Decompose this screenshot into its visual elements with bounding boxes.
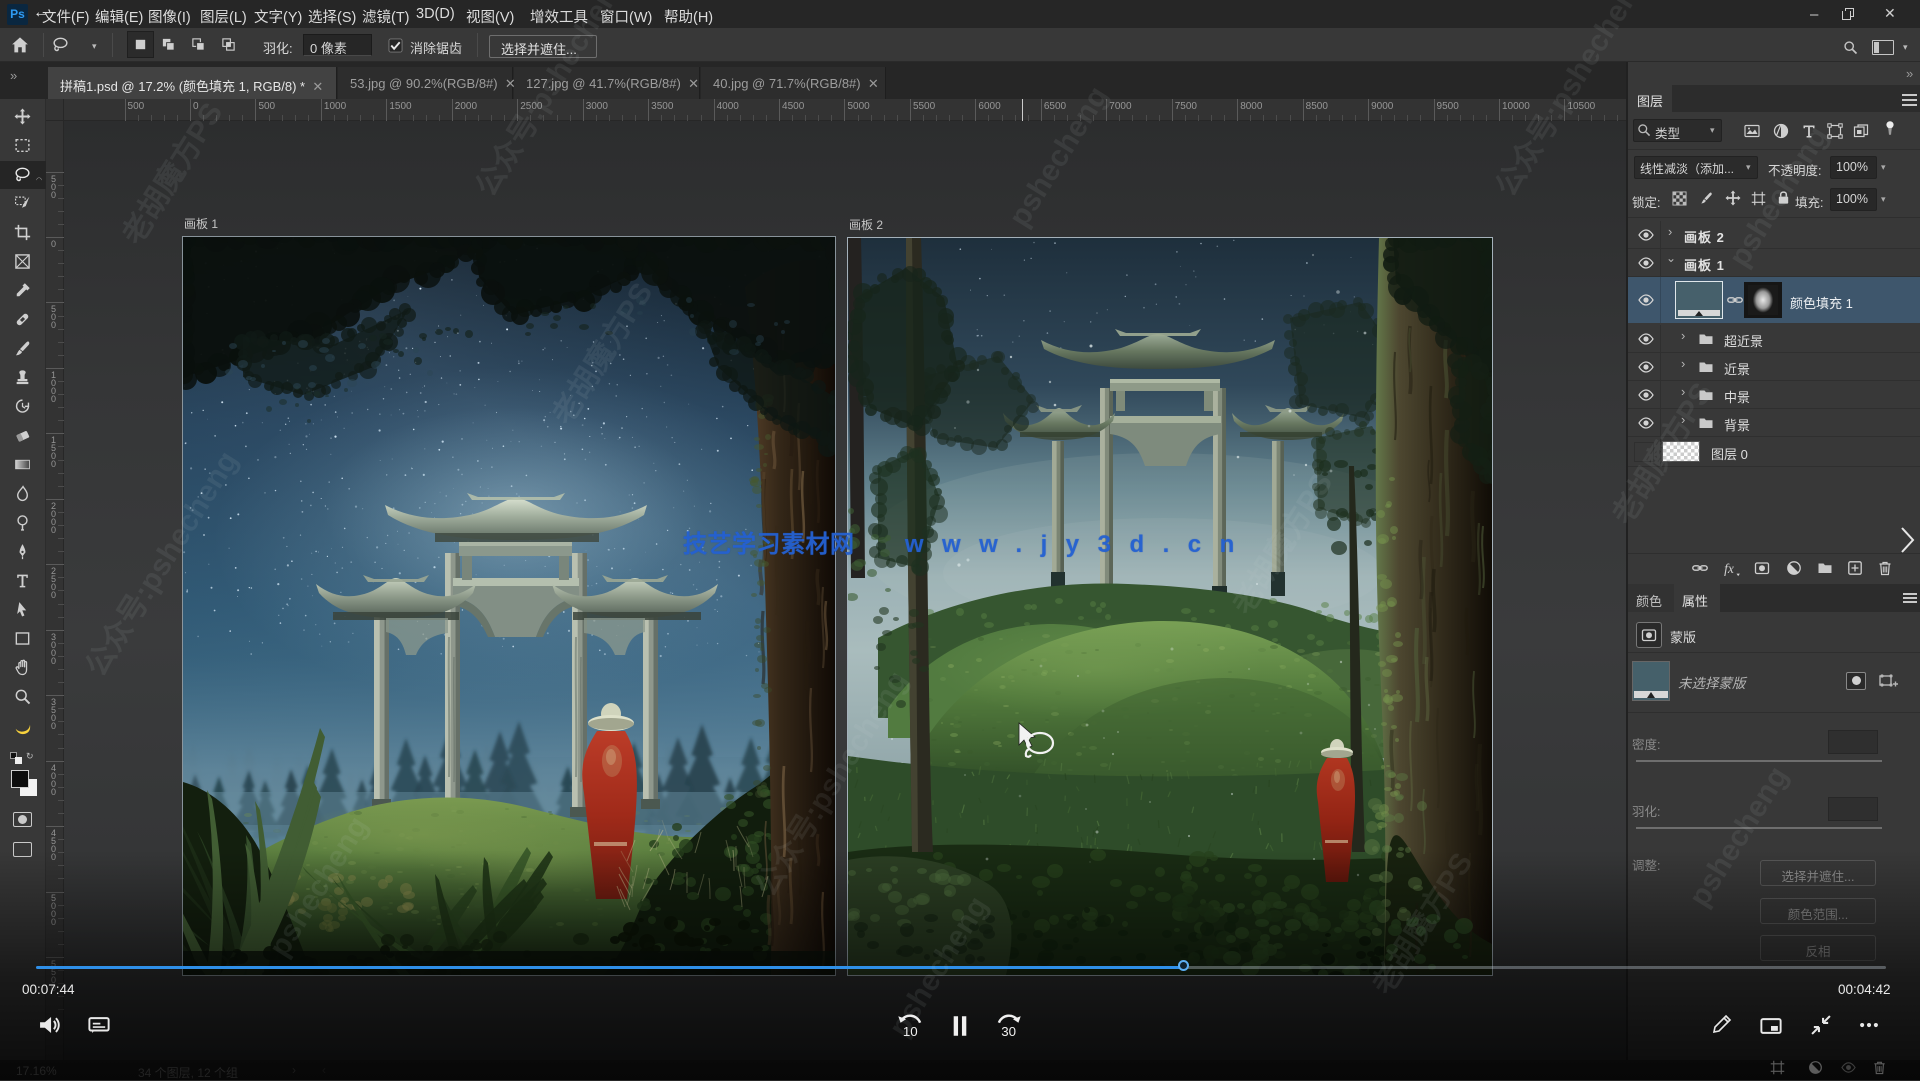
svg-text:fx: fx — [1724, 561, 1734, 576]
svg-text:30: 30 — [1001, 1024, 1016, 1038]
